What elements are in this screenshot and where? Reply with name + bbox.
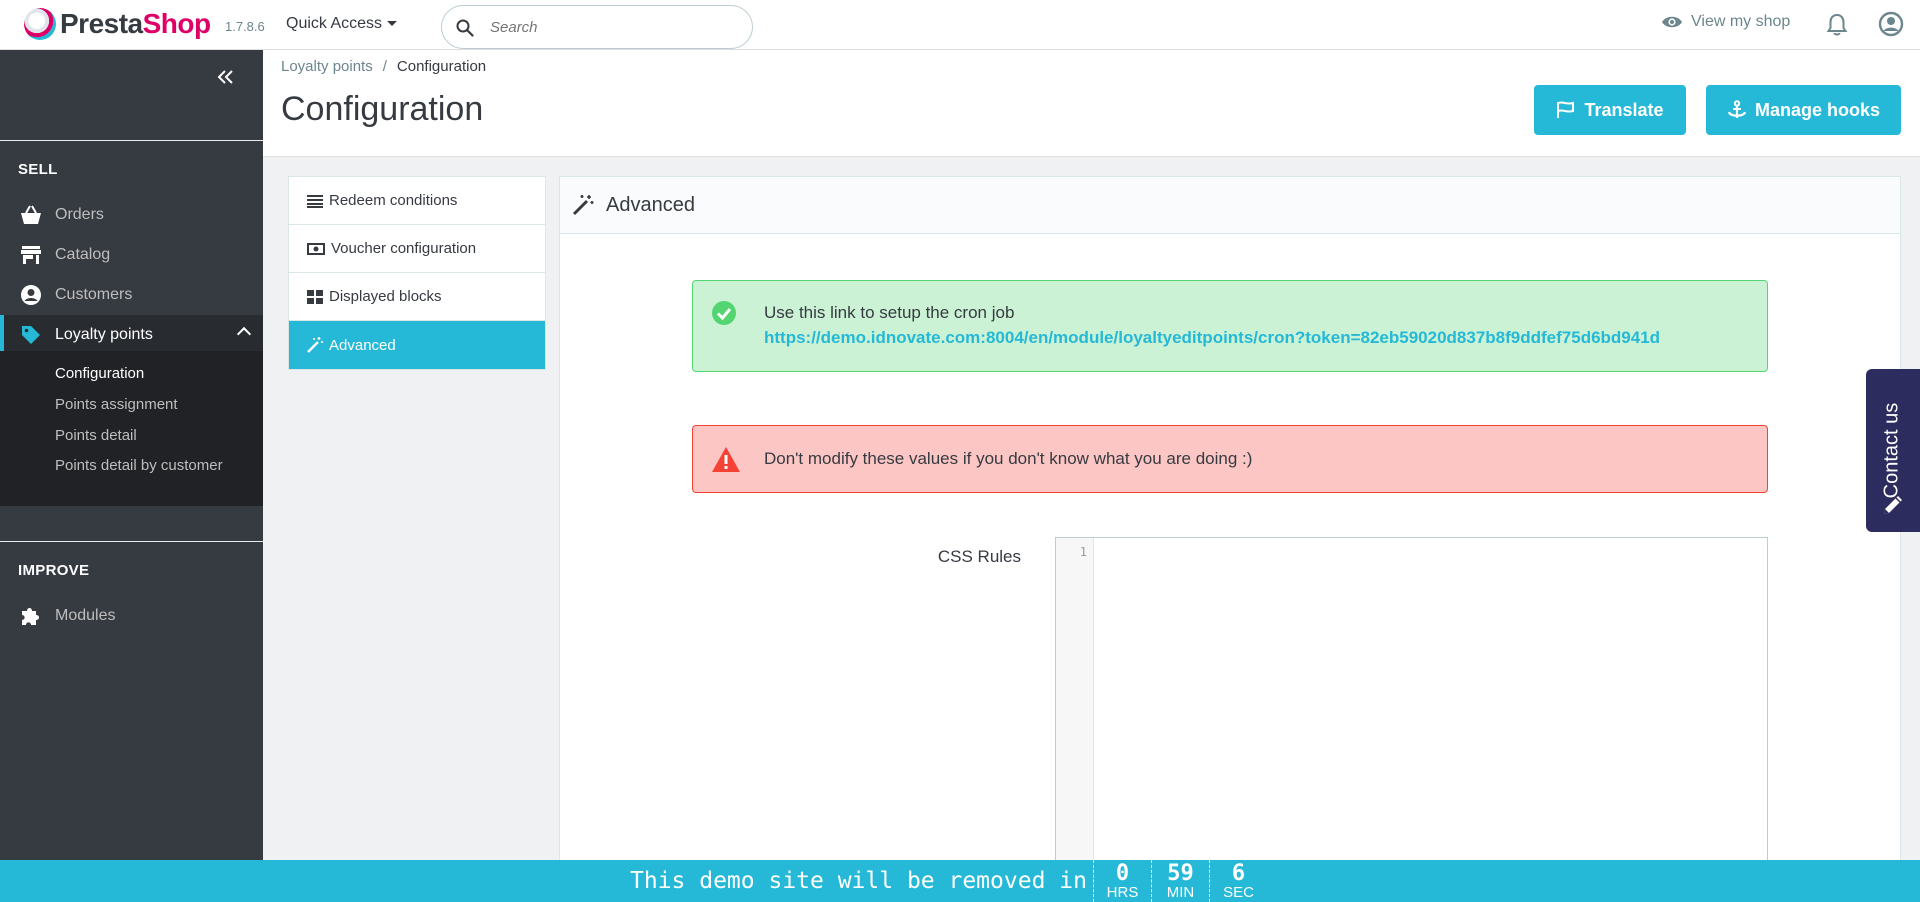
countdown-seconds: 6 SEC <box>1209 860 1267 902</box>
view-my-shop-label: View my shop <box>1691 13 1791 30</box>
version-label: 1.7.8.6 <box>225 19 265 34</box>
page-header: Loyalty points / Configuration Configurati… <box>263 50 1920 157</box>
brand-name: PrestaShop <box>60 8 211 40</box>
quick-access-label: Quick Access <box>286 15 383 32</box>
sidebar-item-customers-label: Customers <box>55 286 133 303</box>
countdown-minutes: 59 MIN <box>1151 860 1209 902</box>
config-tabs: Redeem conditions Voucher configuration … <box>288 176 546 370</box>
translate-button[interactable]: Translate <box>1534 85 1686 135</box>
brand-name-part1: Presta <box>60 8 143 39</box>
countdown-hours-value: 0 <box>1115 861 1130 886</box>
countdown-hours: 0 HRS <box>1093 860 1151 902</box>
pencil-icon <box>1884 496 1902 514</box>
manage-hooks-button-label: Manage hooks <box>1754 99 1881 120</box>
manage-hooks-button[interactable]: Manage hooks <box>1706 85 1901 135</box>
magic-wand-icon <box>572 195 594 216</box>
translate-button-label: Translate <box>1584 99 1664 120</box>
css-rules-label: CSS Rules <box>937 547 1021 566</box>
demo-countdown-bar: This demo site will be removed in 0 HRS … <box>0 860 1920 902</box>
tab-advanced[interactable]: Advanced <box>289 321 545 369</box>
countdown-hours-unit: HRS <box>1106 884 1139 901</box>
tab-redeem-conditions-label: Redeem conditions <box>329 192 458 209</box>
collapse-sidebar-icon[interactable] <box>217 64 235 90</box>
view-my-shop-link[interactable]: View my shop <box>1661 13 1790 31</box>
tab-voucher-configuration[interactable]: Voucher configuration <box>289 225 545 273</box>
money-icon <box>307 242 325 255</box>
sidebar-item-modules[interactable]: Modules <box>0 596 263 636</box>
notifications-bell-icon[interactable] <box>1826 13 1848 42</box>
countdown-seconds-unit: SEC <box>1223 884 1254 901</box>
countdown-seconds-value: 6 <box>1231 861 1246 886</box>
sidebar-item-customers[interactable]: Customers <box>0 275 263 315</box>
contact-us-tab[interactable]: Contact us <box>1866 369 1920 532</box>
css-rules-editor[interactable]: 1 <box>1055 537 1768 877</box>
account-circle-icon <box>19 284 43 306</box>
sidebar-item-modules-label: Modules <box>55 607 116 624</box>
search-box[interactable] <box>441 5 753 49</box>
breadcrumb: Loyalty points / Configuration <box>281 58 486 75</box>
submenu-item-points-detail-by-customer[interactable]: Points detail by customer <box>55 457 223 474</box>
demo-countdown-text: This demo site will be removed in <box>630 868 1087 894</box>
sidebar-section-sell: SELL <box>18 161 58 178</box>
advanced-panel: Advanced Use this link to setup the cron… <box>559 176 1901 877</box>
cron-url-link[interactable]: https://demo.idnovate.com:8004/en/module… <box>764 328 1660 348</box>
account-icon[interactable] <box>1878 11 1904 42</box>
sidebar-item-catalog[interactable]: Catalog <box>0 235 263 275</box>
sidebar-item-orders-label: Orders <box>55 206 104 223</box>
sidebar-divider <box>0 140 263 141</box>
caret-down-icon <box>387 21 398 27</box>
panel-heading: Advanced <box>560 177 1900 234</box>
warning-alert: Don't modify these values if you don't k… <box>692 425 1768 493</box>
grid-icon <box>307 289 323 304</box>
page-title: Configuration <box>281 90 484 128</box>
flag-icon <box>1557 101 1575 118</box>
countdown-minutes-unit: MIN <box>1166 884 1195 901</box>
sidebar-item-loyalty-points[interactable]: Loyalty points <box>0 315 263 355</box>
puzzle-icon <box>19 605 43 627</box>
warning-message: Don't modify these values if you don't k… <box>764 449 1253 468</box>
search-input[interactable] <box>490 16 740 38</box>
eye-icon <box>1662 16 1682 28</box>
sidebar-item-catalog-label: Catalog <box>55 246 111 263</box>
loyalty-points-submenu: Configuration Points assignment Points d… <box>0 351 263 506</box>
breadcrumb-separator: / <box>382 58 387 75</box>
chevron-up-icon <box>236 326 252 342</box>
store-icon <box>19 245 43 265</box>
warning-icon <box>712 447 740 472</box>
list-icon <box>307 194 323 208</box>
editor-gutter: 1 <box>1056 538 1094 876</box>
tab-voucher-configuration-label: Voucher configuration <box>331 240 477 257</box>
breadcrumb-current: Configuration <box>396 58 487 75</box>
submenu-item-points-detail[interactable]: Points detail <box>55 427 137 444</box>
quick-access-dropdown[interactable]: Quick Access <box>286 15 398 33</box>
sidebar-item-loyalty-points-label: Loyalty points <box>55 326 153 343</box>
tab-redeem-conditions[interactable]: Redeem conditions <box>289 177 545 225</box>
sidebar-section-improve: IMPROVE <box>18 562 90 579</box>
check-circle-icon <box>712 301 736 325</box>
cron-success-alert: Use this link to setup the cron job http… <box>692 280 1768 372</box>
sidebar: SELL Orders Catalog Customers Loyalty po… <box>0 50 263 860</box>
editor-line-number: 1 <box>1079 545 1087 559</box>
breadcrumb-parent-link[interactable]: Loyalty points <box>281 58 373 75</box>
tab-displayed-blocks[interactable]: Displayed blocks <box>289 273 545 321</box>
cron-message: Use this link to setup the cron job <box>764 303 1015 322</box>
top-header: PrestaShop 1.7.8.6 Quick Access View my … <box>0 0 1920 50</box>
magic-wand-icon <box>307 337 323 353</box>
prestashop-logo-mark-icon <box>24 8 56 40</box>
sidebar-divider <box>0 541 263 542</box>
tab-displayed-blocks-label: Displayed blocks <box>329 288 442 305</box>
tag-icon <box>19 324 43 346</box>
search-icon <box>456 19 474 37</box>
tab-advanced-label: Advanced <box>329 336 396 354</box>
brand-name-part2: Shop <box>142 8 212 39</box>
prestashop-logo[interactable]: PrestaShop <box>24 8 211 40</box>
basket-icon <box>19 205 43 225</box>
sidebar-item-orders[interactable]: Orders <box>0 195 263 235</box>
countdown-minutes-value: 59 <box>1167 861 1194 886</box>
submenu-item-configuration[interactable]: Configuration <box>55 365 144 382</box>
anchor-icon <box>1727 100 1747 118</box>
panel-title: Advanced <box>606 193 695 216</box>
submenu-item-points-assignment[interactable]: Points assignment <box>55 396 178 413</box>
